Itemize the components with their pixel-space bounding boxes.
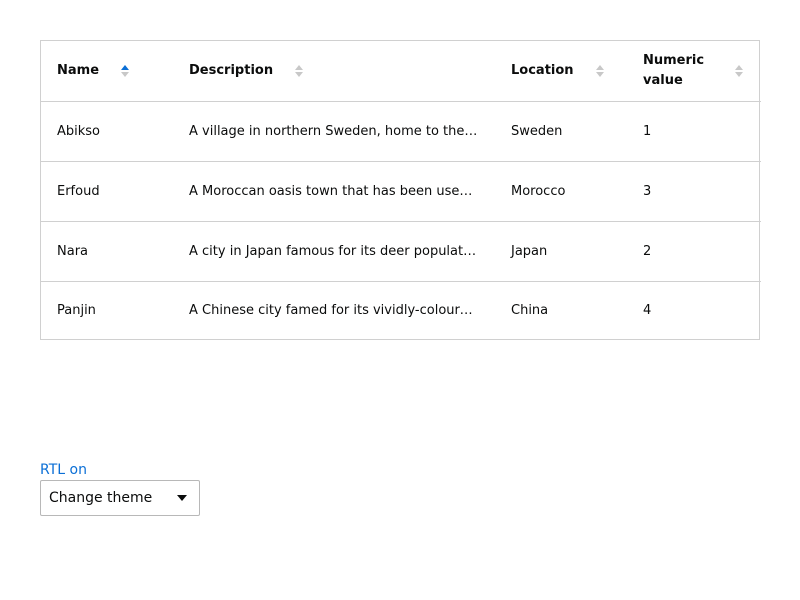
table-body: Abikso A village in northern Sweden, hom… xyxy=(41,101,761,339)
table-row: Abikso A village in northern Sweden, hom… xyxy=(41,101,761,162)
column-label-location: Location xyxy=(511,62,574,78)
data-table: Name Description Location Numeric value … xyxy=(41,41,761,339)
cell-description: A Chinese city famed for its vividly-col… xyxy=(189,302,495,318)
sort-ascending-icon xyxy=(121,64,130,70)
cell-numeric-value: 1 xyxy=(627,101,761,162)
sort-location-button[interactable] xyxy=(594,61,606,81)
column-header-location: Location xyxy=(495,41,627,102)
cell-numeric-value: 4 xyxy=(643,302,652,318)
column-label-description: Description xyxy=(189,62,274,78)
column-header-name: Name xyxy=(41,41,173,102)
sort-name-button[interactable] xyxy=(119,61,131,81)
cell-location: Japan xyxy=(495,221,627,282)
table-row: Panjin A Chinese city famed for its vivi… xyxy=(41,281,761,339)
column-header-description: Description xyxy=(173,41,495,102)
cell-location: China xyxy=(511,302,549,318)
table-row: Erfoud A Moroccan oasis town that has be… xyxy=(41,161,761,222)
sort-ascending-icon xyxy=(295,64,304,70)
cell-description: A city in Japan famous for its deer popu… xyxy=(173,221,495,282)
cell-location: Morocco xyxy=(495,161,627,222)
cell-numeric-value: 2 xyxy=(627,221,761,282)
cell-location: Sweden xyxy=(495,101,627,162)
caret-down-icon xyxy=(177,495,187,501)
header-row: Name Description Location Numeric value xyxy=(41,41,761,102)
sort-descending-icon xyxy=(595,71,604,77)
sort-ascending-icon xyxy=(735,64,743,70)
cell-description: A Moroccan oasis town that has been used… xyxy=(173,161,495,222)
cell-name: Panjin xyxy=(57,302,96,318)
sort-descending-icon xyxy=(121,71,130,77)
rtl-toggle-link[interactable]: RTL on xyxy=(40,460,87,480)
table-row: Nara A city in Japan famous for its deer… xyxy=(41,221,761,282)
change-theme-label: Change theme xyxy=(49,490,153,506)
sort-descending-icon xyxy=(295,71,304,77)
table-header: Name Description Location Numeric value xyxy=(41,41,761,102)
sort-numeric-value-button[interactable] xyxy=(733,61,745,81)
column-header-numeric-value: Numeric value xyxy=(627,41,761,102)
cell-name: Abikso xyxy=(41,101,173,162)
sort-description-button[interactable] xyxy=(293,61,305,81)
data-table-container: Name Description Location Numeric value … xyxy=(40,40,761,340)
sort-ascending-icon xyxy=(595,64,604,70)
column-label-numeric-value: Numeric value xyxy=(643,52,705,88)
column-label-name: Name xyxy=(57,62,100,78)
cell-description: A village in northern Sweden, home to th… xyxy=(173,101,495,162)
sort-descending-icon xyxy=(735,71,743,77)
cell-name: Erfoud xyxy=(41,161,173,222)
cell-name: Nara xyxy=(41,221,173,282)
change-theme-select[interactable]: Change theme xyxy=(40,480,200,516)
cell-numeric-value: 3 xyxy=(627,161,761,222)
